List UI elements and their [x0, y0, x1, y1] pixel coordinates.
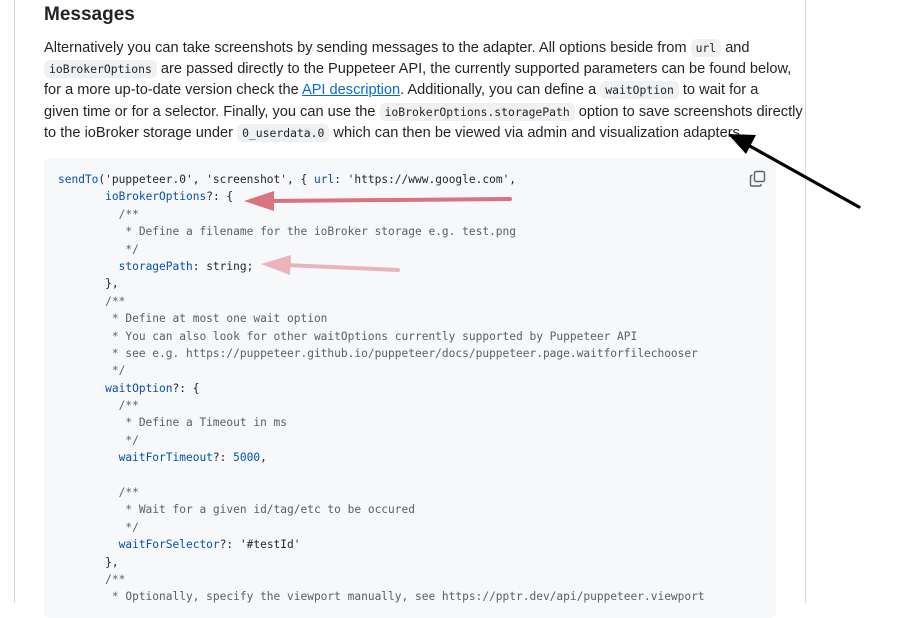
code-block[interactable]: sendTo('puppeteer.0', 'screenshot', { ur…: [44, 158, 776, 618]
code-line: */: [58, 241, 705, 258]
code-token: * Define a Timeout in ms: [58, 416, 288, 430]
code-line: */: [58, 362, 705, 379]
text: to the ioBroker storage under: [44, 124, 238, 141]
code-token: ?: {: [206, 190, 234, 204]
code-line: storagePath: string;: [58, 258, 705, 275]
paragraph-line: for a more up-to-date version check the …: [44, 80, 784, 101]
code-token: ioBrokerOptions: [105, 190, 207, 204]
code-token: ,: [260, 451, 267, 465]
code-token: * Define at most one wait option: [58, 312, 328, 326]
code-line: /**: [58, 484, 705, 501]
text: Alternatively you can take screenshots b…: [44, 40, 691, 56]
code-line: * You can also look for other waitOption…: [58, 328, 705, 345]
inline-code-url: url: [690, 39, 722, 57]
code-token: ('puppeteer.0', 'screenshot', {: [98, 173, 314, 186]
text: option to save screenshots directly: [574, 103, 803, 120]
paragraph-line: ioBrokerOptions are passed directly to t…: [44, 59, 791, 80]
paragraph-line: Alternatively you can take screenshots b…: [44, 38, 784, 59]
code-token: * Optionally, specify the viewport manua…: [58, 590, 705, 604]
code-token: /**: [58, 294, 126, 308]
code-token: */: [58, 433, 139, 447]
code-line: */: [58, 432, 705, 449]
copy-icon: [749, 170, 766, 187]
code-content: sendTo('puppeteer.0', 'screenshot', { ur…: [58, 171, 705, 606]
code-line: * Optionally, specify the viewport manua…: [58, 588, 705, 605]
code-token: waitForSelector: [118, 538, 220, 552]
code-line: waitForTimeout?: 5000,: [58, 449, 705, 466]
code-token: ?:: [212, 451, 234, 465]
code-line: waitOption?: {: [58, 380, 705, 397]
code-token: * see e.g. https://puppeteer.github.io/p…: [58, 346, 698, 360]
code-line: /**: [58, 571, 705, 588]
code-line: /**: [58, 397, 705, 414]
code-line: sendTo('puppeteer.0', 'screenshot', { ur…: [58, 171, 705, 188]
text: for a more up-to-date version check the: [44, 82, 302, 99]
code-line: * Define a filename for the ioBroker sto…: [58, 223, 705, 240]
code-token: },: [58, 277, 119, 291]
code-line: * Wait for a given id/tag/etc to be occu…: [58, 501, 705, 518]
inline-code-iobrokeroptions: ioBrokerOptions: [44, 60, 157, 79]
content-right-border: [805, 0, 806, 603]
content-left-border: [14, 0, 15, 603]
inline-code-storagepath: ioBrokerOptions.storagePath: [379, 102, 575, 121]
code-token: ?: '#testId': [219, 538, 301, 552]
code-token: * You can also look for other waitOption…: [58, 329, 638, 343]
copy-button[interactable]: [747, 168, 769, 190]
code-token: : string;: [192, 259, 254, 273]
code-token: storagePath: [118, 259, 193, 273]
code-token: sendTo: [58, 173, 99, 186]
code-token: */: [58, 364, 126, 378]
paragraph-line: to the ioBroker storage under 0_userdata…: [44, 123, 784, 144]
code-token: /**: [58, 486, 139, 500]
text: given time or for a selector. Finally, y…: [44, 103, 380, 120]
text: and: [721, 40, 750, 56]
code-token: 5000: [233, 451, 261, 465]
code-line: waitForSelector?: '#testId': [58, 536, 705, 553]
code-line: /**: [58, 206, 705, 223]
text: . Additionally, you can define a: [400, 82, 601, 99]
code-line: },: [58, 275, 705, 292]
code-line: },: [58, 554, 705, 571]
code-token: ?: {: [172, 381, 200, 395]
code-token: : 'https://www.google.com',: [334, 173, 517, 186]
code-token: },: [58, 555, 119, 569]
section-heading: Messages: [44, 4, 135, 25]
code-token: waitOption: [105, 381, 173, 395]
inline-code-waitoption: waitOption: [600, 81, 679, 100]
code-line: * see e.g. https://puppeteer.github.io/p…: [58, 345, 705, 362]
description-paragraph: Alternatively you can take screenshots b…: [44, 38, 803, 144]
code-token: waitForTimeout: [118, 451, 213, 465]
code-token: /**: [58, 399, 139, 413]
inline-code-userdata: 0_userdata.0: [237, 123, 330, 142]
text: to wait for a: [678, 82, 759, 99]
code-line: * Define at most one wait option: [58, 310, 705, 327]
text: which can then be viewed via admin and v…: [329, 124, 744, 141]
code-token: * Define a filename for the ioBroker sto…: [58, 225, 517, 239]
paragraph-line: given time or for a selector. Finally, y…: [44, 102, 803, 123]
code-token: */: [58, 242, 139, 256]
code-token: * Wait for a given id/tag/etc to be occu…: [58, 503, 415, 517]
code-token: */: [58, 520, 139, 534]
code-token: /**: [58, 572, 126, 586]
code-line: ioBrokerOptions?: {: [58, 188, 705, 205]
code-line: * Define a Timeout in ms: [58, 414, 705, 431]
code-line: /**: [58, 293, 705, 310]
code-token: /**: [58, 207, 139, 221]
code-line: */: [58, 519, 705, 536]
text: are passed directly to the Puppeteer API…: [156, 61, 792, 78]
api-description-link[interactable]: API description: [302, 82, 400, 98]
code-token: url: [313, 173, 335, 186]
